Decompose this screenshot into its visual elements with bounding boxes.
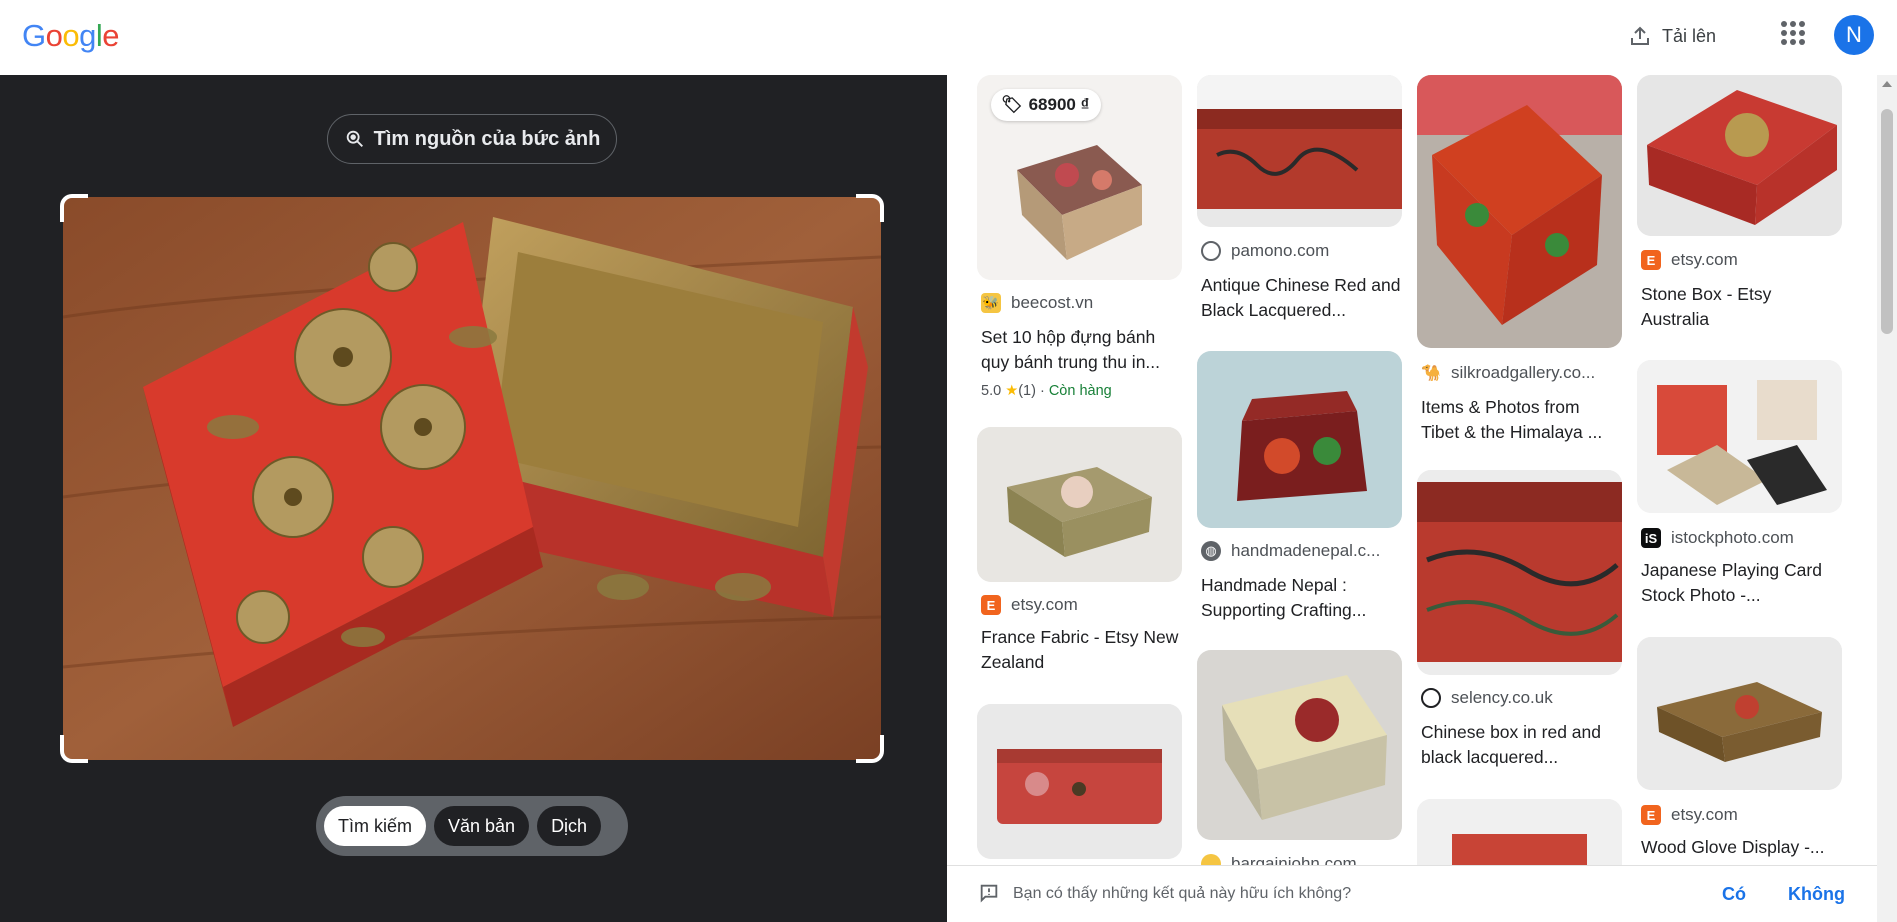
lens-search-icon (346, 130, 363, 147)
globe-icon: ◍ (1201, 541, 1221, 561)
etsy-favicon: E (1641, 250, 1661, 270)
beecost-favicon: 🐝 (981, 293, 1001, 313)
star-icon: ★ (1005, 383, 1019, 399)
stock-status: Còn hàng (1048, 383, 1112, 399)
result-source: pamono.com (1201, 241, 1329, 261)
result-source: E etsy.com (981, 595, 1078, 615)
crop-handle-bottom-right[interactable] (856, 735, 884, 763)
result-meta: 5.0 ★(1) · Còn hàng (981, 383, 1112, 399)
visual-matches-panel: 🏷 68900 ₫ 🐝 beecost.vn Set 10 hộp đựng b… (947, 75, 1897, 922)
result-source: iS istockphoto.com (1641, 528, 1794, 548)
result-source-label: etsy.com (1671, 805, 1738, 824)
result-source-label: etsy.com (1671, 250, 1738, 269)
result-thumbnail[interactable] (1417, 470, 1622, 675)
account-avatar[interactable]: N (1834, 15, 1874, 55)
result-source: ◍ handmadenepal.c... (1201, 541, 1380, 561)
result-source-label: selency.co.uk (1451, 688, 1553, 707)
price-value: 68900 ₫ (1028, 95, 1090, 114)
upload-button[interactable]: Tải lên (1622, 18, 1722, 54)
crop-region[interactable] (60, 194, 884, 763)
crop-handle-top-right[interactable] (856, 194, 884, 222)
upload-label: Tải lên (1662, 25, 1717, 46)
result-source-label: beecost.vn (1011, 293, 1094, 312)
camel-icon: 🐪 (1421, 365, 1441, 382)
result-source: 🐪 silkroadgallery.co... (1421, 363, 1595, 383)
price-badge: 🏷 68900 ₫ (991, 89, 1102, 121)
result-title[interactable]: Handmade Nepal : Supporting Crafting... (1201, 573, 1401, 623)
query-image-panel: Tìm nguồn của bức ảnh Tìm kiếm Văn bản D… (0, 75, 947, 922)
result-source-label: istockphoto.com (1671, 528, 1794, 547)
result-thumbnail[interactable] (1637, 360, 1842, 513)
crop-handle-bottom-left[interactable] (60, 735, 88, 763)
result-source: E etsy.com (1641, 250, 1738, 270)
mode-translate-tab[interactable]: Dịch (537, 806, 602, 846)
top-bar: Google Tải lên N (0, 0, 1897, 75)
istockphoto-favicon: iS (1641, 528, 1661, 548)
result-thumbnail[interactable] (1417, 75, 1622, 348)
crop-handle-top-left[interactable] (60, 194, 88, 222)
result-source: selency.co.uk (1421, 688, 1553, 708)
mode-text-tab[interactable]: Văn bản (434, 806, 530, 846)
google-logo[interactable]: Google (22, 18, 120, 54)
pamono-favicon (1201, 241, 1221, 261)
mode-search-tab[interactable]: Tìm kiếm (324, 806, 426, 846)
feedback-icon (980, 884, 998, 903)
price-tag-icon: 🏷 (1001, 95, 1023, 114)
result-thumbnail[interactable] (977, 427, 1182, 582)
result-thumbnail[interactable] (1197, 75, 1402, 227)
result-title[interactable]: Antique Chinese Red and Black Lacquered.… (1201, 273, 1401, 323)
selency-favicon (1421, 688, 1441, 708)
apps-grid-icon[interactable] (1781, 21, 1805, 45)
rating-value: 5.0 (981, 383, 1002, 399)
result-title[interactable]: Chinese box in red and black lacquered..… (1421, 720, 1621, 770)
upload-icon (1631, 26, 1649, 45)
feedback-yes-button[interactable]: Có (1722, 884, 1746, 905)
result-title[interactable]: France Fabric - Etsy New Zealand (981, 625, 1181, 675)
result-thumbnail[interactable] (1197, 650, 1402, 840)
result-title[interactable]: Wood Glove Display -... (1641, 835, 1841, 860)
find-image-source-button[interactable]: Tìm nguồn của bức ảnh (327, 114, 617, 164)
feedback-question: Bạn có thấy những kết quả này hữu ích kh… (1013, 885, 1352, 902)
results-scrollbar[interactable] (1877, 75, 1897, 922)
result-source: 🐝 beecost.vn (981, 293, 1093, 313)
lens-mode-switcher: Tìm kiếm Văn bản Dịch (316, 796, 628, 856)
result-thumbnail[interactable] (977, 704, 1182, 859)
scrollbar-thumb[interactable] (1881, 109, 1893, 334)
result-thumbnail[interactable] (1637, 75, 1842, 236)
result-source-label: handmadenepal.c... (1231, 541, 1381, 560)
review-count: (1) (1018, 383, 1036, 399)
find-image-source-label: Tìm nguồn của bức ảnh (373, 127, 601, 150)
result-source-label: silkroadgallery.co... (1451, 363, 1596, 382)
result-source-label: etsy.com (1011, 595, 1078, 614)
result-source-label: pamono.com (1231, 241, 1330, 260)
feedback-no-button[interactable]: Không (1788, 884, 1845, 905)
feedback-bar: Bạn có thấy những kết quả này hữu ích kh… (947, 865, 1877, 922)
result-thumbnail[interactable] (1637, 637, 1842, 790)
result-thumbnail[interactable] (1197, 351, 1402, 528)
scroll-up-arrow-icon[interactable] (1882, 81, 1892, 87)
etsy-favicon: E (981, 595, 1001, 615)
result-title[interactable]: Items & Photos from Tibet & the Himalaya… (1421, 395, 1621, 445)
result-title[interactable]: Japanese Playing Card Stock Photo -... (1641, 558, 1841, 608)
query-photo (63, 197, 881, 760)
result-title[interactable]: Set 10 hộp đựng bánh quy bánh trung thu … (981, 325, 1181, 375)
result-source: E etsy.com (1641, 805, 1738, 825)
result-title[interactable]: Stone Box - Etsy Australia (1641, 282, 1841, 332)
etsy-favicon: E (1641, 805, 1661, 825)
